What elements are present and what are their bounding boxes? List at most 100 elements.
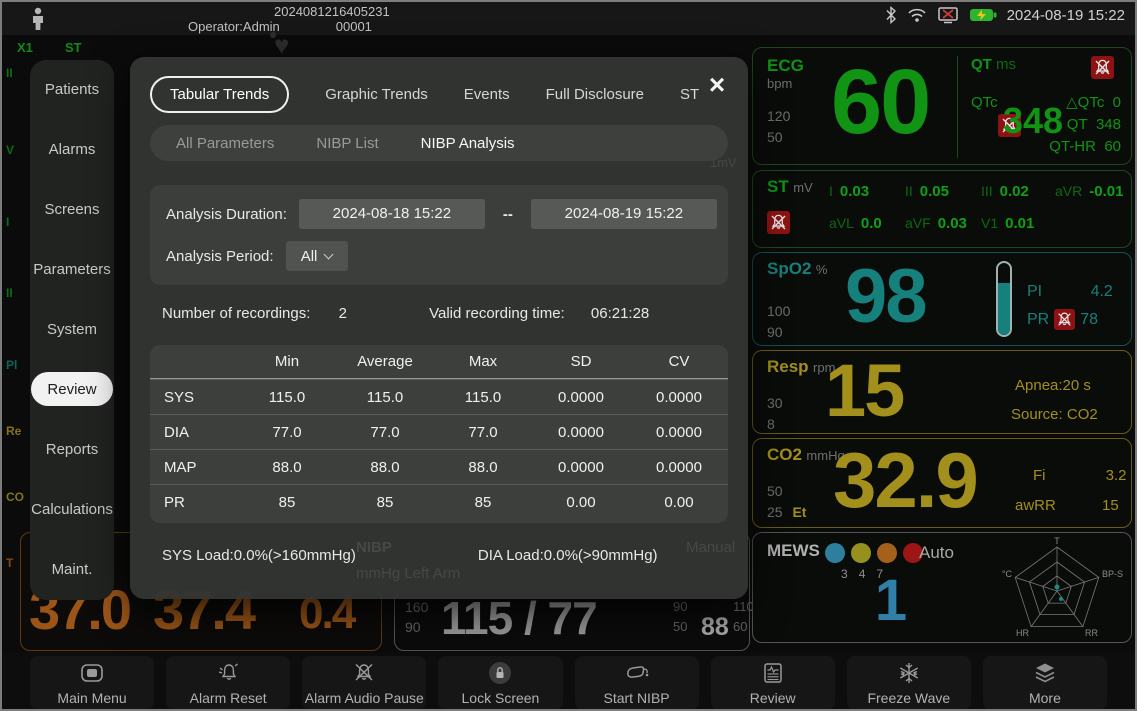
spo2-label: SpO2	[767, 259, 811, 278]
tab-st[interactable]: ST	[680, 86, 699, 103]
tab-graphic-trends[interactable]: Graphic Trends	[325, 86, 428, 103]
table-row: SYS 115.0 115.0 115.0 0.0000 0.0000	[150, 379, 728, 414]
ecg-tile[interactable]: ECG bpm 120 50 60 QT ms QTc 348 △QTc 0 Q…	[752, 47, 1132, 165]
spo2-value: 98	[845, 255, 926, 339]
operator-label: Operator:Admin	[188, 19, 280, 34]
lock-screen-button[interactable]: Lock Screen	[438, 656, 562, 710]
spo2-limit-high: 100	[767, 301, 790, 322]
st-lead: V1	[981, 215, 998, 231]
tab-tabular-trends[interactable]: Tabular Trends	[150, 76, 289, 113]
load-summary: SYS Load:0.0%(>160mmHg) DIA Load:0.0%(>9…	[162, 547, 722, 564]
co2-label: CO2	[767, 445, 802, 464]
mews-mode: Auto	[919, 543, 954, 563]
more-button[interactable]: More	[983, 656, 1107, 710]
start-nibp-button[interactable]: Start NIBP	[575, 656, 699, 710]
valid-time-label: Valid recording time:	[429, 305, 565, 322]
resp-label: Resp	[767, 357, 809, 376]
alarm-reset-icon	[216, 661, 240, 685]
lead-label: T	[6, 556, 13, 570]
sidebar-item-patients[interactable]: Patients	[31, 72, 113, 106]
layers-icon	[1033, 661, 1057, 685]
system-datetime: 2024-08-19 15:22	[1007, 7, 1125, 24]
radar-axis-degc: °C	[1002, 569, 1013, 579]
co2-tile[interactable]: CO2 mmHg 50 25 Et 32.9 Fi 3.2 awRR 15	[752, 438, 1132, 528]
snowflake-icon	[898, 661, 920, 685]
sidebar-item-system[interactable]: System	[31, 312, 113, 346]
analysis-settings-panel: Analysis Duration: 2024-08-18 15:22 -- 2…	[150, 185, 728, 285]
qtc-label: QTc	[971, 94, 998, 111]
st-lead: I	[829, 183, 833, 199]
tab-full-disclosure[interactable]: Full Disclosure	[546, 86, 644, 103]
main-menu-button[interactable]: Main Menu	[30, 656, 154, 710]
recordings-label: Number of recordings:	[162, 305, 310, 322]
freeze-wave-button[interactable]: Freeze Wave	[847, 656, 971, 710]
st-label: ST	[767, 177, 789, 196]
sys-load: SYS Load:0.0%(>160mmHg)	[162, 547, 356, 564]
sidebar-item-calculations[interactable]: Calculations	[31, 492, 113, 526]
range-separator: --	[503, 206, 513, 223]
subtab-nibp-list[interactable]: NIBP List	[316, 135, 378, 152]
sidebar-item-parameters[interactable]: Parameters	[31, 252, 113, 286]
close-icon[interactable]: ×	[702, 71, 732, 101]
analysis-period-select[interactable]: All	[286, 241, 348, 271]
lock-icon	[487, 661, 513, 685]
resp-value: 15	[825, 351, 903, 431]
monitor-screen: 2024081216405231 Operator:Admin00001	[0, 0, 1137, 711]
mews-dot	[877, 543, 897, 563]
mews-tile[interactable]: MEWS 3 4 7 Auto 1	[752, 532, 1132, 643]
sidebar-item-reports[interactable]: Reports	[31, 432, 113, 466]
review-button[interactable]: Review	[711, 656, 835, 710]
date-to-button[interactable]: 2024-08-19 15:22	[531, 199, 717, 229]
subtab-all-parameters[interactable]: All Parameters	[176, 135, 274, 152]
subtab-nibp-analysis[interactable]: NIBP Analysis	[421, 135, 515, 152]
sidebar-item-alarms[interactable]: Alarms	[31, 132, 113, 166]
st-alarm-off-icon	[767, 211, 790, 234]
col-cv: CV	[630, 353, 728, 370]
apnea-setting: Apnea:20 s	[1015, 377, 1091, 394]
wifi-icon	[907, 7, 927, 23]
lead-label: II	[6, 66, 13, 80]
radar-axis-rr: RR	[1085, 628, 1098, 638]
radar-axis-hr: HR	[1016, 628, 1029, 638]
st-lead: II	[905, 183, 913, 199]
main-menu-sidebar: Patients Alarms Screens Parameters Syste…	[30, 60, 114, 600]
nibp-sys-high: 160	[405, 597, 428, 617]
review-tabs: Tabular Trends Graphic Trends Events Ful…	[150, 75, 716, 113]
st-tile[interactable]: ST mV I0.03 II0.05 III0.02 aVR-0.01 aVL0…	[752, 170, 1132, 248]
dqtc-value: 0	[1113, 94, 1121, 111]
sidebar-item-review[interactable]: Review	[31, 372, 113, 406]
col-min: Min	[238, 353, 336, 370]
st-value: 0.05	[920, 183, 949, 200]
nibp-analysis-table: Min Average Max SD CV SYS 115.0 115.0 11…	[150, 345, 728, 523]
nibp-cuff-icon	[623, 661, 651, 685]
pr-alarm-off-icon	[1054, 309, 1075, 330]
nibp-map-low: 50	[673, 617, 687, 637]
st-lead: III	[981, 183, 993, 199]
spo2-tile[interactable]: SpO2 % 100 90 98 PI 4.2 PR 78	[752, 252, 1132, 346]
nibp-pr-value: 88	[701, 613, 729, 642]
alarm-reset-button[interactable]: Alarm Reset	[166, 656, 290, 710]
col-max: Max	[434, 353, 532, 370]
co2-value: 32.9	[833, 437, 977, 523]
review-icon	[762, 661, 784, 685]
ecg-limit-low: 50	[767, 127, 790, 148]
alarm-audio-pause-button[interactable]: Alarm Audio Pause	[302, 656, 426, 710]
sidebar-item-maint[interactable]: Maint.	[31, 552, 113, 586]
tab-events[interactable]: Events	[464, 86, 510, 103]
ecg-label: ECG	[767, 56, 804, 75]
lead-label: CO	[6, 490, 24, 504]
sidebar-item-screens[interactable]: Screens	[31, 192, 113, 226]
radar-axis-bps: BP-S	[1102, 569, 1123, 579]
resp-tile[interactable]: Resp rpm 30 8 15 Apnea:20 s Source: CO2	[752, 350, 1132, 434]
date-from-button[interactable]: 2024-08-18 15:22	[299, 199, 485, 229]
lead-label: I	[6, 215, 9, 229]
session-id: 2024081216405231	[274, 4, 390, 19]
resp-limit-low: 8	[767, 414, 783, 435]
nibp-reading: 115 / 77	[441, 591, 597, 645]
pr-value: 78	[1080, 311, 1098, 329]
lead-label: II	[6, 286, 13, 300]
qt-alarm-off-icon	[1091, 56, 1114, 79]
st-lead: aVL	[829, 215, 854, 231]
table-header-row: Min Average Max SD CV	[150, 345, 728, 379]
qthr-value: 60	[1104, 138, 1121, 155]
